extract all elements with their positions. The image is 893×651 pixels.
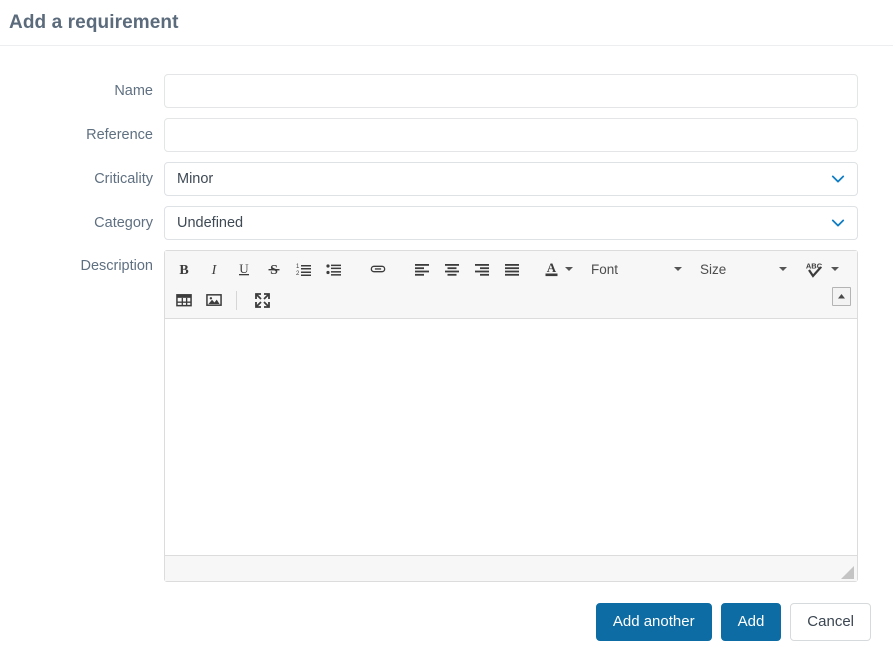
page-title: Add a requirement [9,11,179,33]
form-row-reference: Reference [0,118,893,152]
criticality-select[interactable]: Minor [164,162,858,196]
caret-up-icon [838,294,845,299]
form-row-description: Description B I U 1 2 A Font Size ABC [0,250,893,582]
add-button[interactable]: Add [720,603,782,642]
align-left-icon[interactable] [408,256,436,282]
resize-grip-icon[interactable] [841,566,854,579]
svg-text:2: 2 [296,271,300,277]
align-right-icon[interactable] [468,256,496,282]
control-name [164,74,858,108]
collapse-toolbar-button[interactable] [832,287,851,306]
form-row-name: Name [0,74,893,108]
svg-text:A: A [547,260,557,275]
insert-image-icon[interactable] [200,287,228,313]
dialog-header: Add a requirement [0,0,893,46]
bold-icon[interactable]: B [170,256,198,282]
label-name: Name [114,83,153,99]
link-icon[interactable] [364,256,392,282]
svg-text:I: I [211,263,218,277]
font-color-dropdown[interactable]: A [541,256,575,282]
spellcheck-icon: ABC [806,262,823,278]
svg-text:U: U [239,261,249,276]
unordered-list-icon[interactable] [320,256,348,282]
toolbar-separator [236,290,237,310]
editor-content-area[interactable] [165,319,857,555]
label-criticality: Criticality [94,171,153,187]
control-category: Undefined [164,206,858,240]
add-another-button[interactable]: Add another [595,603,712,642]
font-family-label: Font [591,261,619,277]
toolbar-row-1: B I U S [169,254,853,284]
align-center-icon[interactable] [438,256,466,282]
italic-icon[interactable]: I [200,256,228,282]
svg-text:B: B [179,263,188,277]
font-color-icon: A [545,260,558,277]
reference-input[interactable] [164,118,858,152]
chevron-down-icon [565,267,573,271]
font-family-dropdown[interactable]: Font [589,256,684,282]
font-size-label: Size [700,261,727,277]
editor-footer [165,555,857,581]
label-description: Description [80,258,153,274]
toolbar-row-2 [169,284,853,316]
add-requirement-dialog: Add a requirement Name Reference Critica… [0,0,893,651]
dialog-footer: Add another Add Cancel [0,603,893,642]
editor-toolbar: B I U S [165,251,857,319]
align-justify-icon[interactable] [498,256,526,282]
strikethrough-icon[interactable]: S [260,256,288,282]
label-reference: Reference [86,127,153,143]
spellcheck-dropdown[interactable]: ABC [803,256,841,282]
fullscreen-icon[interactable] [245,287,279,313]
cancel-button[interactable]: Cancel [790,603,871,642]
control-reference [164,118,858,152]
chevron-down-icon [831,267,839,271]
chevron-down-icon [831,175,845,183]
name-input[interactable] [164,74,858,108]
form-row-category: Category Undefined [0,206,893,240]
control-description: B I U S [164,250,858,582]
chevron-down-icon [779,267,787,271]
chevron-down-icon [831,219,845,227]
svg-text:1: 1 [296,264,300,270]
form-row-criticality: Criticality Minor [0,162,893,196]
requirement-form: Name Reference Criticality Minor Categor… [0,46,893,582]
control-criticality: Minor [164,162,858,196]
underline-icon[interactable]: U [230,256,258,282]
font-size-dropdown[interactable]: Size [698,256,789,282]
insert-table-icon[interactable] [170,287,198,313]
ordered-list-icon[interactable]: 1 2 [290,256,318,282]
label-category: Category [94,215,153,231]
chevron-down-icon [674,267,682,271]
criticality-selected-value: Minor [177,171,214,187]
category-select[interactable]: Undefined [164,206,858,240]
rich-text-editor: B I U S [164,250,858,582]
category-selected-value: Undefined [177,215,244,231]
